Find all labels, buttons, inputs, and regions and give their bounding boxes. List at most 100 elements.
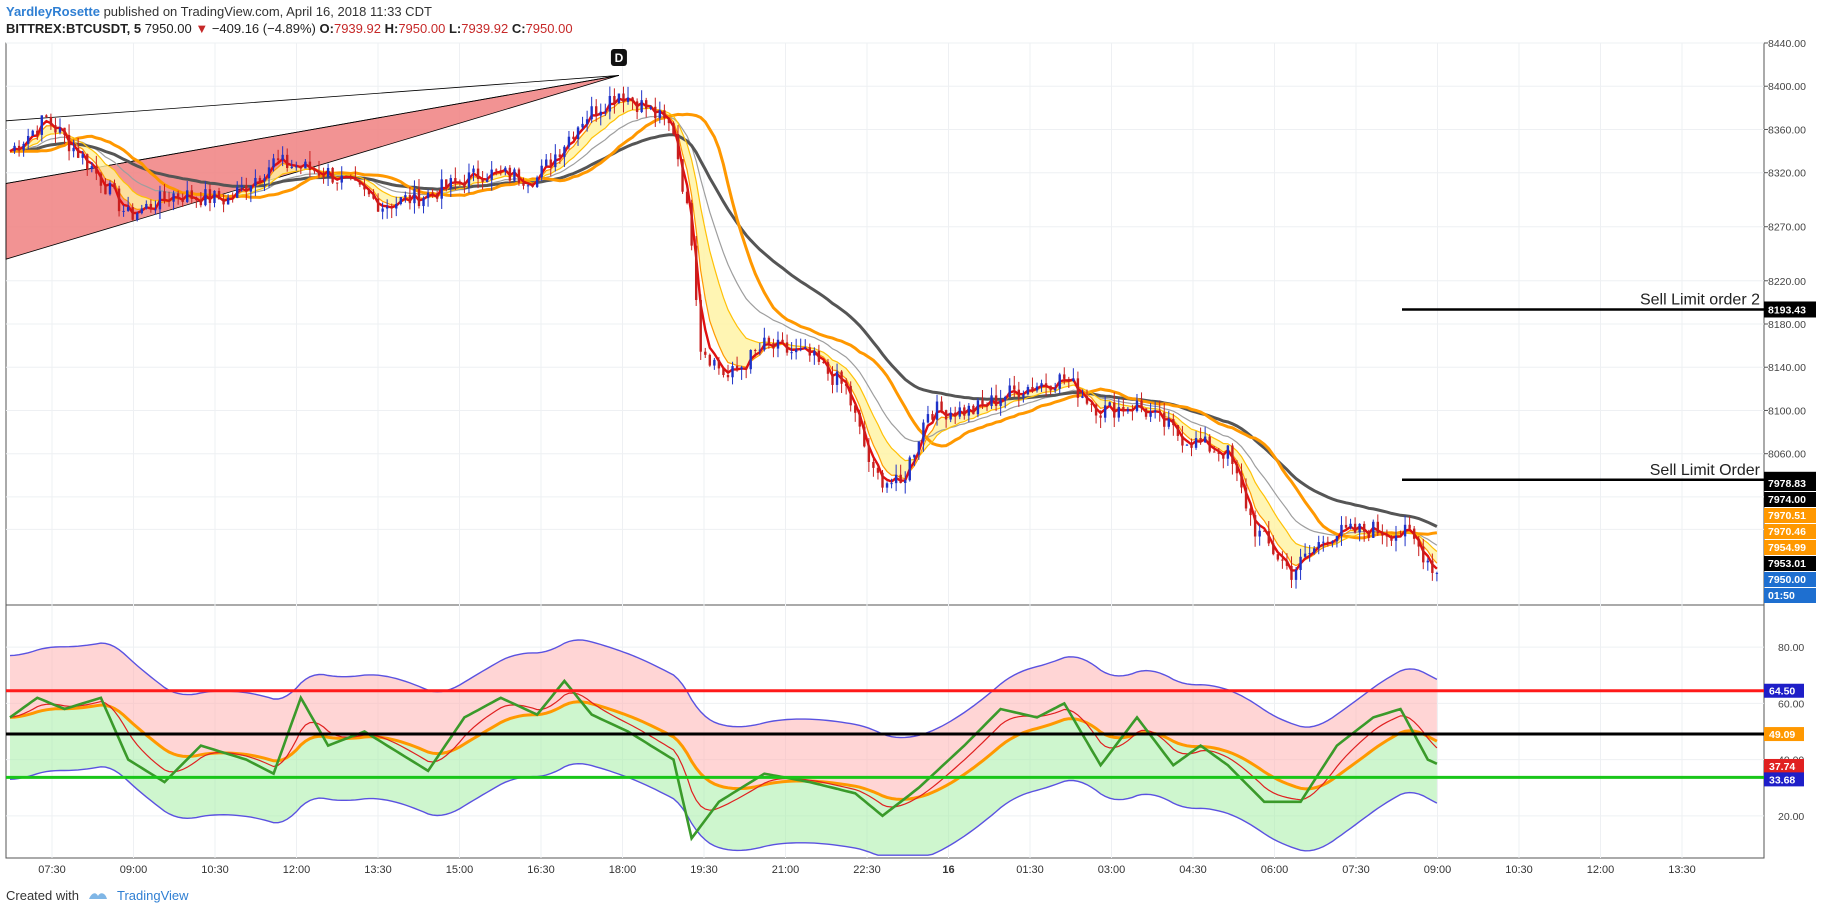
candle-body	[567, 136, 571, 147]
candle-body	[626, 97, 630, 102]
candle-body	[1353, 523, 1357, 533]
candle-body	[922, 422, 925, 442]
osc-badge-label: 37.74	[1769, 761, 1795, 773]
candle-body	[990, 395, 993, 407]
candle-body	[663, 110, 666, 119]
candle-body	[699, 299, 702, 352]
candle-body	[285, 154, 289, 168]
candle-body	[1140, 400, 1143, 409]
candle-body	[744, 367, 748, 370]
candle-body	[622, 93, 625, 102]
candle-body	[599, 111, 602, 116]
x-tick-label: 21:00	[772, 864, 800, 876]
candle-body	[181, 198, 184, 202]
candle-body	[1376, 521, 1380, 534]
x-tick-label: 03:00	[1098, 864, 1126, 876]
candle-body	[1285, 560, 1289, 566]
candle-body	[1340, 524, 1343, 537]
candle-body	[99, 173, 103, 186]
candle-body	[790, 352, 793, 354]
candle-body	[90, 166, 93, 170]
x-tick-label: 06:00	[1261, 864, 1289, 876]
candle-body	[963, 407, 966, 416]
candle-body	[204, 189, 207, 206]
candle-body	[1099, 415, 1102, 418]
candle-body	[885, 483, 889, 488]
candle-body	[395, 203, 398, 209]
tradingview-link[interactable]: TradingView	[117, 888, 189, 903]
candle-body	[726, 375, 730, 378]
candle-body	[1249, 508, 1252, 516]
candle-body	[22, 143, 25, 151]
candle-body	[1267, 531, 1270, 544]
candle-body	[326, 167, 330, 177]
candle-body	[1385, 535, 1389, 537]
candle-body	[1281, 559, 1284, 561]
candle-body	[290, 166, 293, 168]
candle-body	[1031, 386, 1034, 391]
candle-body	[876, 467, 880, 473]
candle-body	[472, 168, 475, 173]
price-badge-label: 01:50	[1768, 590, 1795, 602]
candle-body	[317, 171, 321, 176]
candle-body	[1403, 524, 1407, 537]
candle-body	[313, 170, 316, 172]
candle-body	[994, 395, 998, 406]
x-tick-label: 18:00	[609, 864, 637, 876]
osc-badge-label: 49.09	[1769, 729, 1795, 741]
osc-y-tick-label: 60.00	[1778, 698, 1804, 710]
y-tick-label: 8180.00	[1768, 319, 1806, 331]
candle-body	[1199, 437, 1202, 443]
candle-body	[381, 208, 384, 212]
candle-body	[781, 339, 784, 343]
candle-body	[844, 383, 848, 386]
sell-limit-label: Sell Limit Order	[1650, 462, 1761, 479]
candle-body	[1213, 451, 1216, 453]
y-tick-label: 8360.00	[1768, 124, 1806, 136]
candle-body	[858, 412, 861, 427]
candle-body	[1181, 435, 1184, 446]
candle-body	[644, 100, 648, 109]
candle-body	[213, 190, 216, 203]
candle-body	[854, 405, 857, 413]
candle-body	[1322, 541, 1325, 543]
candle-body	[449, 178, 452, 188]
candle-body	[1108, 402, 1111, 406]
candle-body	[708, 354, 712, 366]
x-tick-label: 12:00	[1587, 864, 1615, 876]
candle-body	[572, 136, 575, 140]
x-tick-label: 09:00	[1424, 864, 1452, 876]
x-tick-label: 12:00	[283, 864, 311, 876]
trading-chart[interactable]: D Sell Limit order 2 8193.43 Sell Limit Or…	[0, 0, 1822, 915]
candle-body	[458, 181, 462, 183]
x-tick-label: 22:30	[853, 864, 881, 876]
candle-body	[463, 182, 466, 188]
candle-body	[813, 350, 816, 356]
candle-body	[1063, 374, 1066, 379]
candle-body	[117, 188, 121, 212]
candle-body	[76, 147, 80, 158]
candle-body	[1244, 487, 1248, 509]
candle-body	[435, 193, 439, 199]
y-tick-label: 8320.00	[1768, 168, 1806, 180]
candle-body	[613, 95, 616, 104]
candle-body	[1103, 405, 1107, 418]
candle-body	[794, 349, 798, 353]
candle-body	[1235, 463, 1239, 474]
candle-body	[640, 100, 643, 113]
x-tick-label: 15:00	[446, 864, 474, 876]
candle-body	[1158, 410, 1161, 413]
candle-body	[113, 183, 116, 189]
candle-body	[617, 93, 621, 104]
candle-body	[426, 192, 430, 199]
candle-body	[831, 373, 834, 385]
candle-body	[872, 461, 875, 468]
candle-body	[358, 180, 362, 185]
candle-body	[1290, 565, 1293, 580]
x-tick-label: 16:30	[527, 864, 555, 876]
candle-body	[713, 359, 716, 366]
candle-body	[1022, 394, 1025, 397]
price-badge-label: 7970.46	[1768, 526, 1806, 538]
candle-body	[1240, 473, 1243, 488]
candle-body	[1426, 560, 1430, 563]
